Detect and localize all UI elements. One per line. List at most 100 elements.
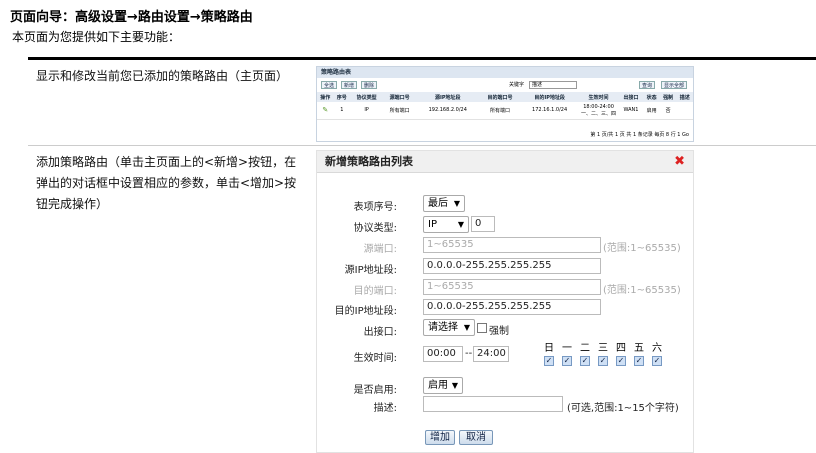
index-select-value: 最后 (428, 198, 448, 209)
mini-cell: 所有端口 (479, 102, 521, 120)
time-label: 生效时间: (353, 353, 397, 364)
mini-col: 描述 (676, 92, 693, 102)
mini-search-button[interactable]: 查询 (639, 81, 656, 89)
enable-label: 是否启用: (353, 385, 397, 396)
page-title: 页面向导：高级设置→路由设置→策略路由 (10, 10, 253, 25)
mini-col: 状态 (643, 92, 660, 102)
row-divider (28, 145, 816, 146)
day-label: 三 (598, 343, 608, 354)
header-divider (28, 57, 816, 60)
mini-table-row: ✎ 1 IP 所有端口 192.168.2.0/24 所有端口 172.16.1… (317, 102, 693, 120)
mini-col: 目的端口号 (479, 92, 521, 102)
protocol-label: 协议类型: (353, 223, 397, 234)
dst-ip-label: 目的IP地址段: (334, 306, 397, 317)
mini-cell: WAN1 (618, 102, 644, 120)
time-separator: -- (465, 348, 473, 359)
desc-hint: (可选,范围:1~15个字符) (567, 403, 679, 414)
desc-label: 描述: (373, 403, 397, 414)
enable-select-value: 启用 (428, 380, 448, 391)
index-label: 表项序号: (353, 202, 397, 213)
page-subtitle: 本页面为您提供如下主要功能： (12, 30, 181, 44)
mini-cell: 172.16.1.0/24 (520, 102, 579, 120)
edit-icon[interactable]: ✎ (322, 106, 328, 114)
protocol-select[interactable]: IP ▼ (423, 216, 469, 233)
protocol-select-value: IP (428, 219, 437, 230)
src-ip-input[interactable]: 0.0.0.0-255.255.255.255 (423, 258, 601, 274)
day-checkbox[interactable]: ✓ (652, 356, 662, 366)
mini-col: 生效时间 (578, 92, 619, 102)
row2-line1: 添加策略路由（单击主页面上的<新增>按钮，在 (36, 155, 297, 169)
row2-line2: 弹出的对话框中设置相应的参数，单击<增加>按 (36, 176, 297, 190)
index-select[interactable]: 最后 ▼ (423, 195, 465, 212)
src-port-label: 源端口: (363, 244, 397, 255)
day-label: 四 (616, 343, 626, 354)
mini-col: 协议类型 (350, 92, 384, 102)
src-port-input[interactable]: 1~65535 (423, 237, 601, 253)
iface-label: 出接口: (363, 327, 397, 338)
mini-table: 操作 序号 协议类型 源端口号 源IP地址段 目的端口号 目的IP地址段 生效时… (317, 92, 693, 120)
dialog-title: 新增策略路由列表 (317, 151, 693, 173)
policy-route-table-preview: 策略路由表 全选 新增 删除 关键字 描述 查询 显示全部 操作 序号 协议类型… (316, 66, 694, 142)
mini-cell: 192.168.2.0/24 (416, 102, 480, 120)
add-policy-route-dialog: 新增策略路由列表 ✖ 表项序号: 最后 ▼ 协议类型: IP ▼ 0 源端口: 1~… (316, 150, 694, 453)
mini-delete-button[interactable]: 删除 (361, 81, 378, 89)
dst-port-input[interactable]: 1~65535 (423, 279, 601, 295)
force-label: 强制 (489, 326, 509, 337)
time-start-input[interactable]: 00:00 (423, 346, 463, 362)
mini-col: 操作 (317, 92, 334, 102)
enable-select[interactable]: 启用 ▼ (423, 377, 463, 394)
chevron-down-icon: ▼ (463, 323, 470, 332)
day-label: 一 (562, 343, 572, 354)
row1-description: 显示和修改当前您已添加的策略路由（主页面） (36, 69, 289, 83)
day-checkbox[interactable]: ✓ (598, 356, 608, 366)
mini-cell: 18:00-24:00一、二、三、四 (578, 102, 619, 120)
mini-col: 目的IP地址段 (520, 92, 579, 102)
mini-col: 序号 (333, 92, 351, 102)
mini-show-all-button[interactable]: 显示全部 (661, 81, 688, 89)
dst-port-hint: (范围:1~65535) (603, 285, 681, 296)
time-end-input[interactable]: 24:00 (473, 346, 509, 362)
mini-col: 强制 (659, 92, 677, 102)
mini-table-header: 操作 序号 协议类型 源端口号 源IP地址段 目的端口号 目的IP地址段 生效时… (317, 92, 693, 102)
mini-cell: IP (350, 102, 384, 120)
add-button[interactable]: 增加 (425, 430, 455, 445)
iface-select[interactable]: 请选择 ▼ (423, 319, 475, 336)
src-port-hint: (范围:1~65535) (603, 243, 681, 254)
mini-cell: 所有端口 (383, 102, 417, 120)
desc-input[interactable] (423, 396, 563, 412)
protocol-number-input[interactable]: 0 (471, 216, 495, 232)
mini-col: 源端口号 (383, 92, 417, 102)
mini-cell: 1 (333, 102, 351, 120)
src-ip-label: 源IP地址段: (344, 265, 397, 276)
mini-col: 出接口 (618, 92, 644, 102)
mini-select-all-button[interactable]: 全选 (321, 81, 338, 89)
cancel-button[interactable]: 取消 (459, 430, 493, 445)
mini-pager[interactable]: 第 1 页/共 1 页 共 1 条记录 每页 8 行 1 Go (590, 131, 689, 138)
chevron-down-icon: ▼ (453, 199, 460, 208)
day-label: 日 (544, 343, 554, 354)
mini-add-button[interactable]: 新增 (341, 81, 358, 89)
day-label: 五 (634, 343, 644, 354)
day-checkbox[interactable]: ✓ (580, 356, 590, 366)
mini-keyword-select[interactable]: 描述 (529, 81, 577, 89)
day-checkbox[interactable]: ✓ (616, 356, 626, 366)
mini-cell (676, 102, 693, 120)
day-checkbox[interactable]: ✓ (544, 356, 554, 366)
mini-cell: 否 (659, 102, 677, 120)
dst-ip-input[interactable]: 0.0.0.0-255.255.255.255 (423, 299, 601, 315)
close-icon[interactable]: ✖ (674, 154, 685, 169)
force-checkbox[interactable] (477, 323, 487, 333)
row2-line3: 钮完成操作） (36, 197, 109, 211)
day-checkbox[interactable]: ✓ (562, 356, 572, 366)
mini-cell: 启用 (643, 102, 660, 120)
mini-keyword-label: 关键字 (509, 82, 525, 88)
day-label: 六 (652, 343, 662, 354)
row2-description: 添加策略路由（单击主页面上的<新增>按钮，在 弹出的对话框中设置相应的参数，单击… (36, 152, 296, 215)
chevron-down-icon: ▼ (451, 381, 458, 390)
mini-col: 源IP地址段 (416, 92, 480, 102)
day-checkbox[interactable]: ✓ (634, 356, 644, 366)
mini-title: 策略路由表 (317, 67, 693, 78)
day-label: 二 (580, 343, 590, 354)
dst-port-label: 目的端口: (353, 286, 397, 297)
chevron-down-icon: ▼ (457, 220, 464, 229)
